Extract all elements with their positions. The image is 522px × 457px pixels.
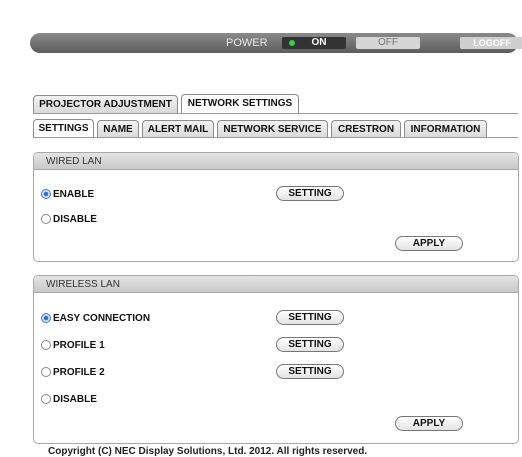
power-label: POWER xyxy=(226,37,268,49)
radio-unchecked-icon[interactable] xyxy=(41,340,51,350)
power-bar: POWER ON OFF LOGOFF xyxy=(30,33,522,53)
radio-unchecked-icon[interactable] xyxy=(41,214,51,224)
wireless-apply-button[interactable]: APPLY xyxy=(395,416,463,431)
radio-unchecked-icon[interactable] xyxy=(41,394,51,404)
tab-information[interactable]: INFORMATION xyxy=(404,120,487,138)
wireless-easy-connection-option[interactable]: EASY CONNECTION xyxy=(41,311,150,325)
wireless-profile1-label: PROFILE 1 xyxy=(53,339,105,351)
radio-unchecked-icon[interactable] xyxy=(41,367,51,377)
power-off-button[interactable]: OFF xyxy=(356,37,420,49)
wireless-easy-connection-label: EASY CONNECTION xyxy=(53,312,151,324)
wireless-disable-option[interactable]: DISABLE xyxy=(41,392,97,406)
wired-enable-option[interactable]: ENABLE xyxy=(41,187,94,201)
main-tab-divider xyxy=(33,113,518,114)
radio-checked-icon[interactable] xyxy=(41,189,51,199)
tab-projector-adjustment[interactable]: PROJECTOR ADJUSTMENT xyxy=(33,95,178,113)
wired-disable-label: DISABLE xyxy=(53,213,97,225)
wireless-easy-setting-button[interactable]: SETTING xyxy=(276,310,344,325)
power-led-icon xyxy=(289,40,295,46)
wireless-disable-label: DISABLE xyxy=(53,393,97,405)
wireless-profile1-option[interactable]: PROFILE 1 xyxy=(41,338,105,352)
wireless-profile2-option[interactable]: PROFILE 2 xyxy=(41,365,105,379)
wired-enable-label: ENABLE xyxy=(53,188,95,200)
wireless-profile2-setting-button[interactable]: SETTING xyxy=(276,364,344,379)
copyright-text: Copyright (C) NEC Display Solutions, Ltd… xyxy=(48,446,368,457)
tab-name[interactable]: NAME xyxy=(97,120,139,138)
sub-tab-divider xyxy=(33,137,518,138)
wired-apply-button[interactable]: APPLY xyxy=(395,236,463,251)
wired-disable-option[interactable]: DISABLE xyxy=(41,212,97,226)
tab-settings[interactable]: SETTINGS xyxy=(33,119,94,138)
wireless-lan-panel: WIRELESS LAN EASY CONNECTION SETTING PRO… xyxy=(33,275,519,444)
tab-network-service[interactable]: NETWORK SERVICE xyxy=(217,120,328,138)
wireless-profile2-label: PROFILE 2 xyxy=(53,366,105,378)
radio-checked-icon[interactable] xyxy=(41,313,51,323)
wireless-lan-title: WIRELESS LAN xyxy=(34,276,518,293)
tab-alert-mail[interactable]: ALERT MAIL xyxy=(142,120,214,138)
wired-setting-button[interactable]: SETTING xyxy=(276,186,344,201)
power-on-button[interactable]: ON xyxy=(282,37,346,49)
wired-lan-title: WIRED LAN xyxy=(34,153,518,170)
tab-crestron[interactable]: CRESTRON xyxy=(331,120,401,138)
power-on-label: ON xyxy=(311,37,327,48)
wireless-profile1-setting-button[interactable]: SETTING xyxy=(276,337,344,352)
wired-lan-panel: WIRED LAN ENABLE SETTING DISABLE APPLY xyxy=(33,152,519,262)
tab-network-settings[interactable]: NETWORK SETTINGS xyxy=(181,94,299,113)
logoff-button[interactable]: LOGOFF xyxy=(460,37,522,49)
